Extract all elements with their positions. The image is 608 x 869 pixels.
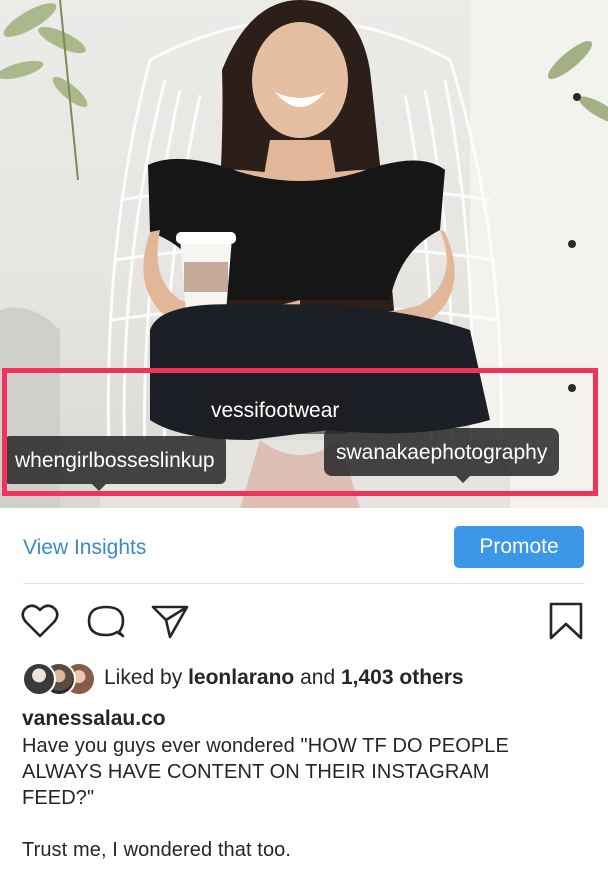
comment-bubble-icon[interactable] xyxy=(86,601,126,641)
user-tag-swanakaephotography[interactable]: swanakaephotography xyxy=(324,428,560,483)
user-tag-whengirlbosseslinkup[interactable]: whengirlbosseslinkup xyxy=(4,436,226,491)
avatar xyxy=(22,662,56,696)
heart-icon[interactable] xyxy=(20,601,60,641)
likes-text: Liked by leonlarano and 1,403 others xyxy=(104,665,464,691)
caption-line: ALWAYS HAVE CONTENT ON THEIR INSTAGRAM xyxy=(22,761,490,783)
tag-label: whengirlbosseslinkup xyxy=(15,449,215,472)
post-actions xyxy=(0,584,608,656)
caption-line: FEED?" xyxy=(22,787,95,809)
paper-plane-icon[interactable] xyxy=(150,601,190,641)
likes-middle: and xyxy=(294,666,341,689)
post-caption: vanessalau.co Have you guys ever wondere… xyxy=(22,706,592,863)
caption-line: Have you guys ever wondered "HOW TF DO P… xyxy=(22,735,509,757)
product-tag-vessifootwear[interactable]: vessifootwear xyxy=(200,386,351,434)
promote-button[interactable]: Promote xyxy=(454,526,584,568)
tag-label: vessifootwear xyxy=(211,399,340,422)
likes-summary[interactable]: Liked by leonlarano and 1,403 others xyxy=(22,660,592,696)
view-insights-link[interactable]: View Insights xyxy=(23,536,146,560)
insights-bar: View Insights Promote xyxy=(0,508,608,584)
caption-line: Trust me, I wondered that too. xyxy=(22,839,292,861)
post-photo[interactable]: vessifootwear whengirlbosseslinkup swana… xyxy=(0,0,608,508)
instagram-post-screen: vessifootwear whengirlbosseslinkup swana… xyxy=(0,0,608,869)
tag-label: swanakaephotography xyxy=(336,441,548,464)
likes-count[interactable]: 1,403 others xyxy=(341,666,464,689)
tag-pointer xyxy=(456,476,470,483)
caption-username[interactable]: vanessalau.co xyxy=(22,706,592,732)
liker-username[interactable]: leonlarano xyxy=(188,666,294,689)
tag-pointer xyxy=(92,484,106,491)
bookmark-icon[interactable] xyxy=(546,601,586,641)
liker-avatars xyxy=(22,662,98,696)
likes-prefix: Liked by xyxy=(104,666,189,689)
